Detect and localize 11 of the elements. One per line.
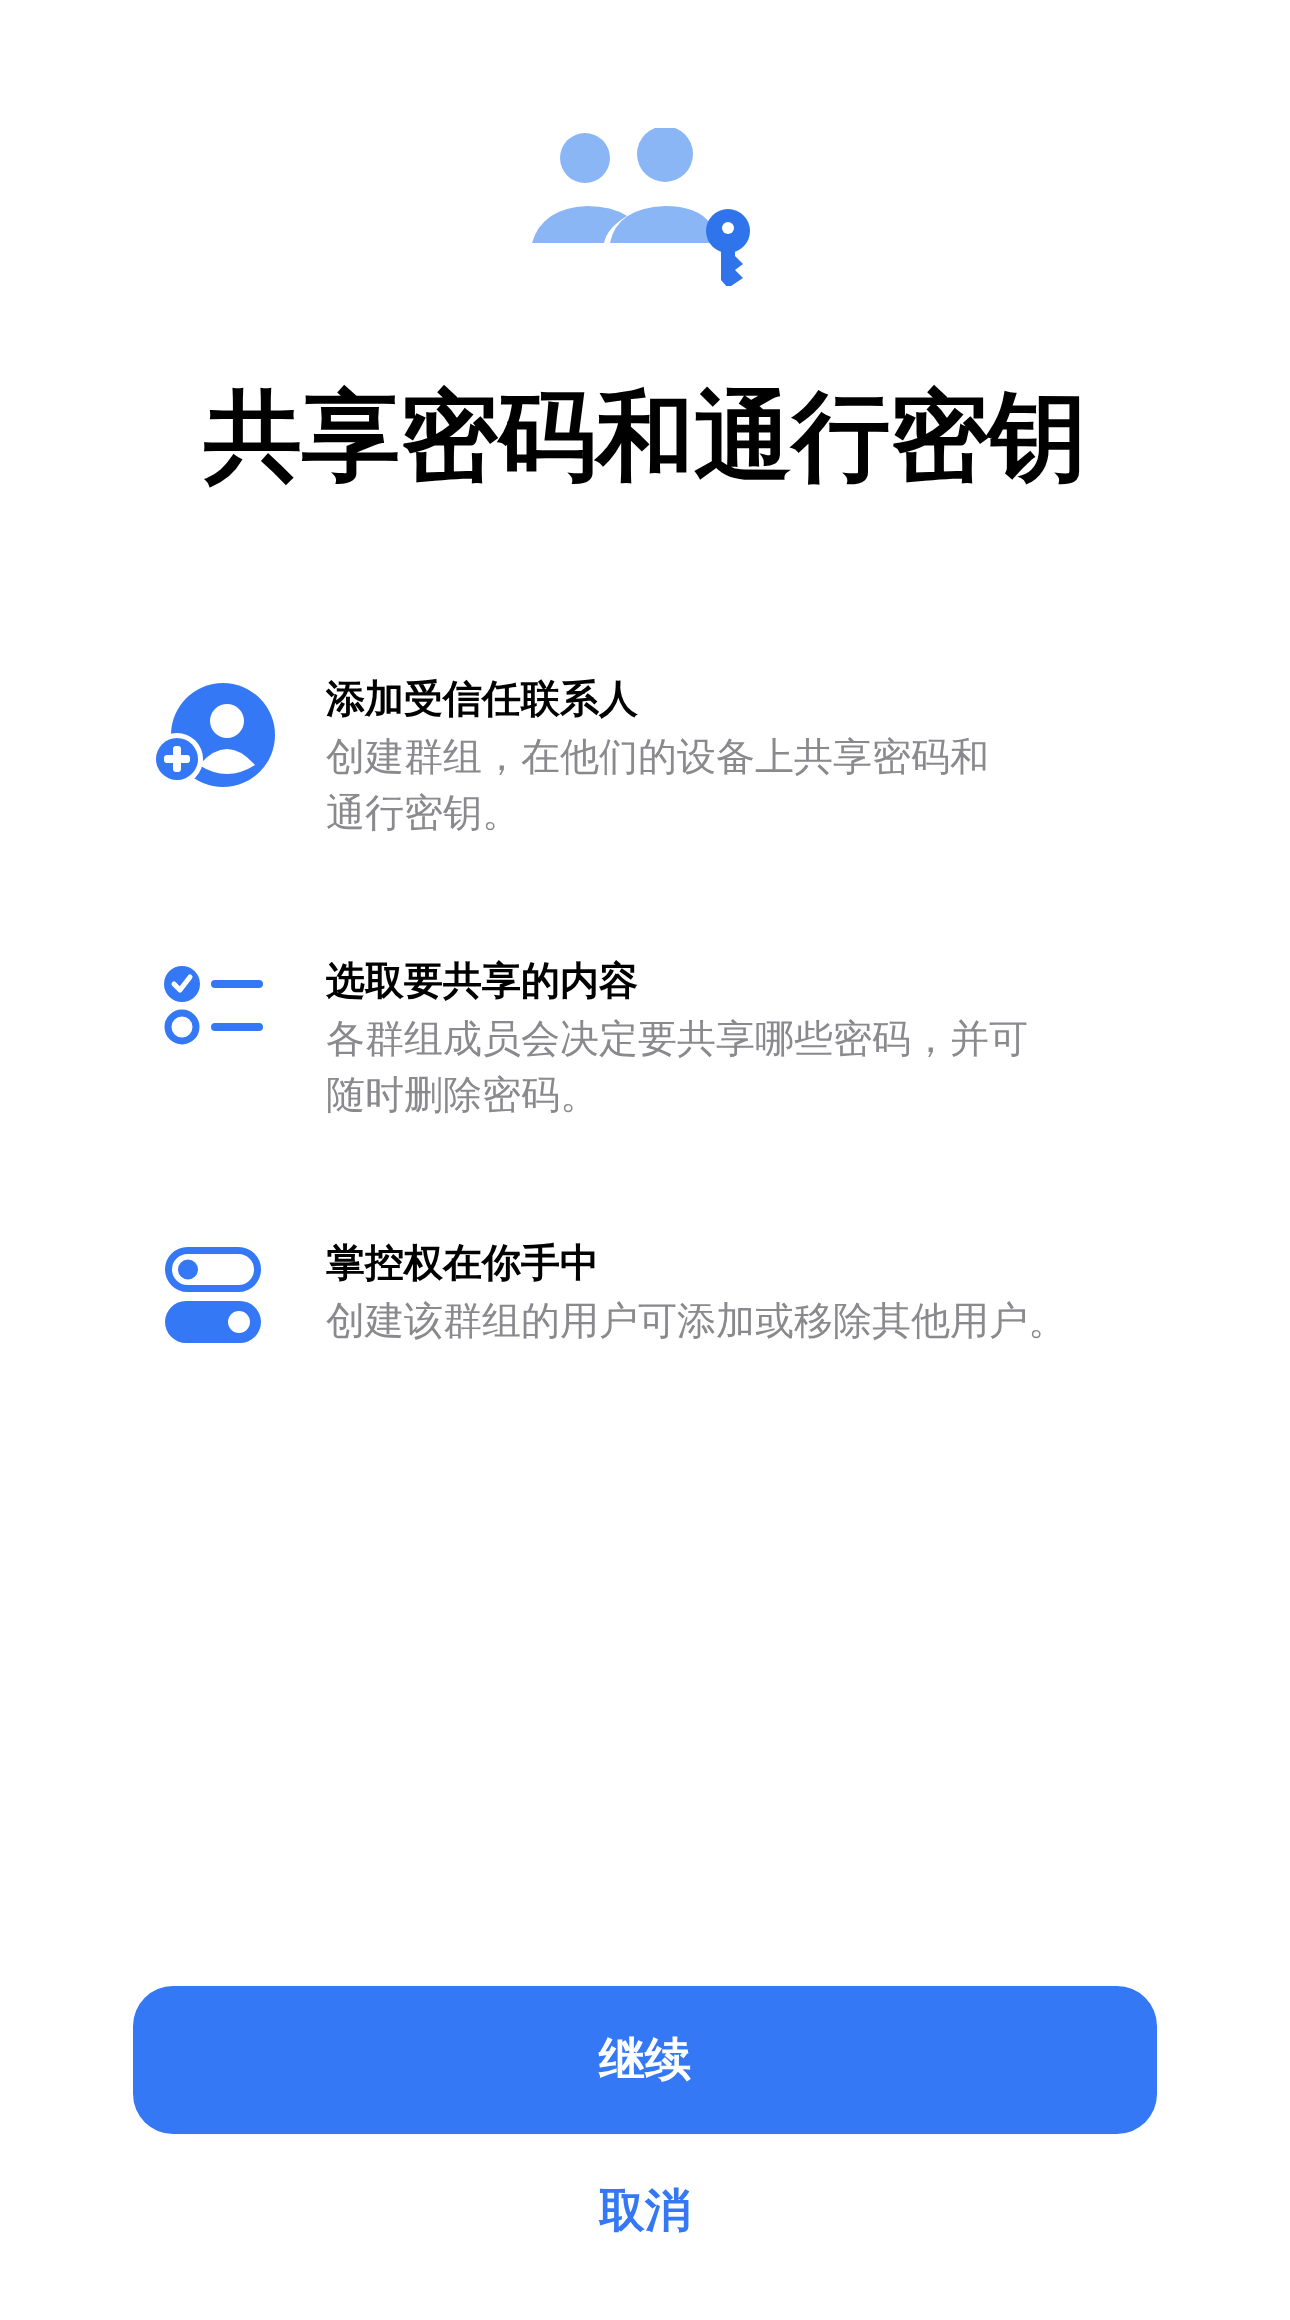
continue-button[interactable]: 继续	[133, 1986, 1157, 2134]
cancel-button[interactable]: 取消	[587, 2172, 703, 2250]
feature-description: 创建群组，在他们的设备上共享密码和通行密钥。	[326, 732, 990, 837]
feature-title: 选取要共享的内容	[326, 956, 639, 1005]
feature-title: 掌控权在你手中	[326, 1238, 600, 1287]
checklist-icon	[163, 964, 263, 1045]
toggles-icon	[165, 1246, 261, 1343]
feature-description: 各群组成员会决定要共享哪些密码，并可随时删除密码。	[326, 1014, 1029, 1119]
page-title: 共享密码和通行密钥	[204, 378, 1086, 495]
feature-title: 添加受信任联系人	[326, 674, 639, 723]
feature-description: 创建该群组的用户可添加或移除其他用户。	[326, 1296, 1067, 1345]
